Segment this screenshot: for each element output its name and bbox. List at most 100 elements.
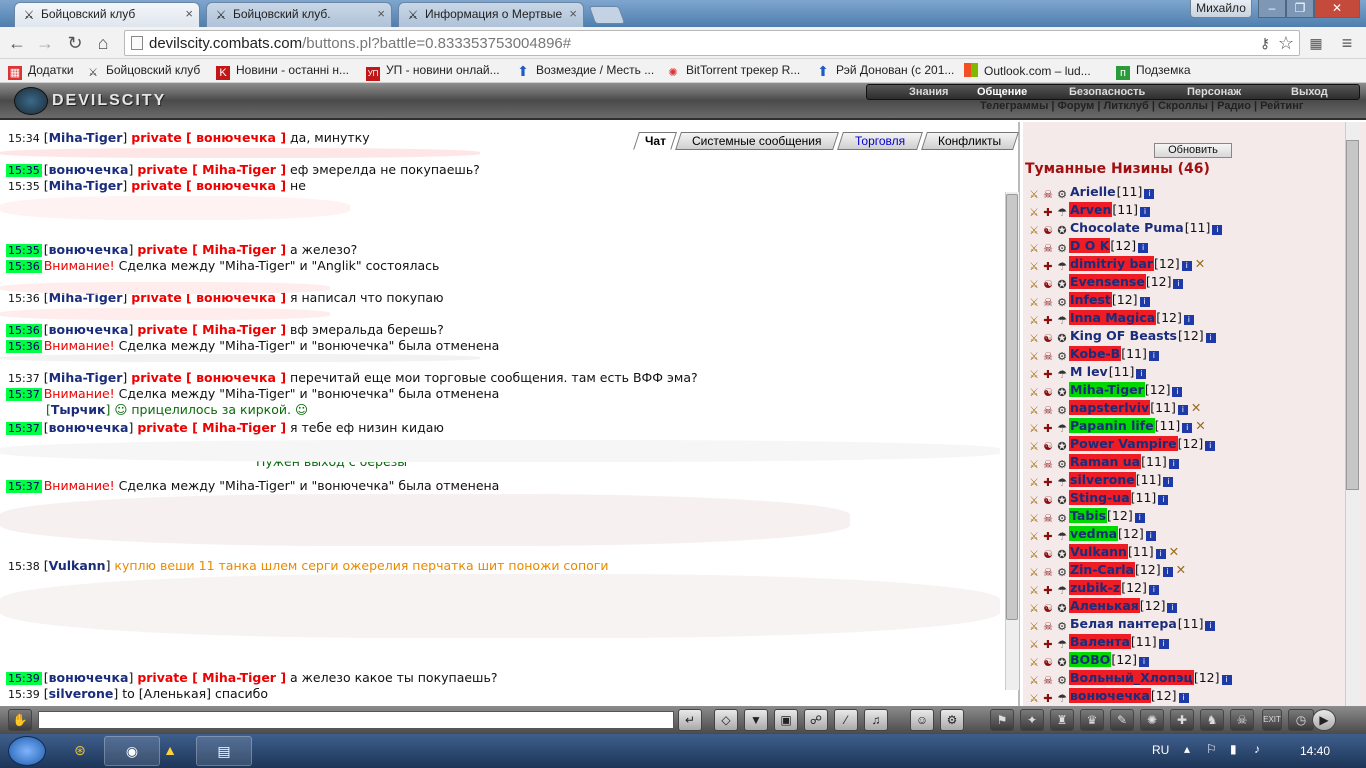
- attack-icon[interactable]: ⚔: [1027, 188, 1041, 202]
- save-log-icon[interactable]: ▣: [774, 709, 798, 731]
- bookmark-item[interactable]: УП УП - новини онлай...: [366, 63, 500, 81]
- info-icon[interactable]: i: [1168, 459, 1179, 469]
- player-name[interactable]: D O K: [1069, 238, 1111, 253]
- player-name[interactable]: Вольный_Хлопэц: [1069, 670, 1194, 685]
- attack-icon[interactable]: ⚔: [1027, 422, 1041, 436]
- smiley-icon[interactable]: ☺: [910, 709, 934, 731]
- chat-input[interactable]: [38, 711, 674, 729]
- attack-icon[interactable]: ⚔: [1027, 260, 1041, 274]
- clock-icon[interactable]: ◷: [1288, 709, 1314, 731]
- drive-icon[interactable]: ▲: [150, 736, 190, 766]
- player-name[interactable]: BOBO: [1069, 652, 1112, 667]
- tab-conflicts[interactable]: Конфликты: [921, 132, 1019, 150]
- new-tab-button[interactable]: [588, 6, 626, 24]
- attack-icon[interactable]: ⚔: [1027, 566, 1041, 580]
- player-name[interactable]: Аленькая: [1069, 598, 1140, 613]
- action-icon[interactable]: ♛: [1080, 709, 1104, 731]
- address-bar[interactable]: devilscity.combats.com/buttons.pl?battle…: [124, 30, 1300, 56]
- bookmark-item[interactable]: ⚔ Бойцовский клуб: [86, 63, 200, 80]
- attack-icon[interactable]: ⚔: [1027, 548, 1041, 562]
- menu-security[interactable]: Безопасность: [1069, 86, 1145, 98]
- player-name[interactable]: Papanin life: [1069, 418, 1155, 433]
- attack-icon[interactable]: ⚔: [1027, 692, 1041, 706]
- info-icon[interactable]: i: [1155, 549, 1166, 559]
- nick[interactable]: Тырчик: [51, 402, 106, 417]
- nick[interactable]: Miha-Tiger: [49, 130, 123, 145]
- back-arrow-icon[interactable]: ←: [6, 32, 28, 54]
- player-name[interactable]: Chocolate Puma: [1069, 220, 1185, 235]
- bookmark-item[interactable]: п Подземка: [1116, 63, 1191, 80]
- attack-icon[interactable]: ⚔: [1027, 350, 1041, 364]
- nick[interactable]: silverone: [49, 686, 114, 701]
- attack-icon[interactable]: ⚔: [1027, 242, 1041, 256]
- nick[interactable]: Miha-Tiger: [49, 370, 123, 385]
- bookmark-item[interactable]: ⬆ Возмездие / Месть ...: [516, 63, 654, 78]
- send-icon[interactable]: ↵: [678, 709, 702, 731]
- info-icon[interactable]: i: [1172, 387, 1183, 397]
- player-name[interactable]: Inna Magica: [1069, 310, 1157, 325]
- player-name[interactable]: Kobe-B: [1069, 346, 1122, 361]
- close-icon[interactable]: ×: [377, 6, 385, 21]
- attack-icon[interactable]: ⚔: [1027, 476, 1041, 490]
- attack-icon[interactable]: ⚔: [1027, 656, 1041, 670]
- volume-icon[interactable]: ♪: [1254, 742, 1260, 756]
- menu-icon[interactable]: ≡: [1336, 32, 1358, 54]
- info-icon[interactable]: i: [1167, 603, 1178, 613]
- action-icon[interactable]: ✎: [1110, 709, 1134, 731]
- info-icon[interactable]: i: [1173, 279, 1184, 289]
- player-name[interactable]: Arielle: [1069, 184, 1117, 199]
- info-icon[interactable]: i: [1177, 405, 1188, 415]
- attack-icon[interactable]: ⚔: [1027, 512, 1041, 526]
- player-name[interactable]: King OF Beasts: [1069, 328, 1178, 343]
- info-icon[interactable]: i: [1212, 225, 1223, 235]
- menu-communication[interactable]: Общение: [977, 86, 1027, 98]
- action-icon[interactable]: ♜: [1050, 709, 1074, 731]
- minimize-button[interactable]: –: [1258, 0, 1286, 18]
- player-name[interactable]: Miha-Tiger: [1069, 382, 1145, 397]
- nick[interactable]: вонючечка: [49, 162, 129, 177]
- info-icon[interactable]: i: [1205, 333, 1216, 343]
- attack-icon[interactable]: ⚔: [1027, 458, 1041, 472]
- player-name[interactable]: Валента: [1069, 634, 1131, 649]
- attack-icon[interactable]: ⚔: [1027, 206, 1041, 220]
- chat-scroll-thumb[interactable]: [1006, 194, 1018, 620]
- player-name[interactable]: Vulkann: [1069, 544, 1128, 559]
- attack-icon[interactable]: ⚔: [1027, 386, 1041, 400]
- home-icon[interactable]: ⌂: [92, 32, 114, 54]
- info-icon[interactable]: i: [1148, 351, 1159, 361]
- nick[interactable]: Vulkann: [49, 558, 106, 573]
- info-icon[interactable]: i: [1138, 243, 1149, 253]
- bookmark-item[interactable]: ⬆ Рэй Донован (с 201...: [816, 63, 954, 78]
- attack-icon[interactable]: ⚔: [1027, 332, 1041, 346]
- star-icon[interactable]: ☆: [1275, 32, 1297, 54]
- bookmark-item[interactable]: ✺ BitTorrent трекер R...: [666, 63, 800, 80]
- bookmark-item[interactable]: Outlook.com – lud...: [964, 63, 1091, 78]
- info-icon[interactable]: i: [1136, 369, 1147, 379]
- chevron-up-icon[interactable]: ▴: [1184, 742, 1190, 756]
- attack-icon[interactable]: ⚔: [1027, 368, 1041, 382]
- attack-icon[interactable]: ⚔: [1027, 278, 1041, 292]
- attack-icon[interactable]: ⚔: [1027, 440, 1041, 454]
- player-name[interactable]: dimitriy bar: [1069, 256, 1155, 271]
- attack-icon[interactable]: ⚔: [1027, 314, 1041, 328]
- player-name[interactable]: Raman ua: [1069, 454, 1142, 469]
- action-icon[interactable]: ⚑: [990, 709, 1014, 731]
- tab-system-messages[interactable]: Системные сообщения: [675, 132, 839, 150]
- start-button[interactable]: [8, 736, 46, 766]
- player-name[interactable]: napsterlviv: [1069, 400, 1151, 415]
- walker-icon[interactable]: ☍: [804, 709, 828, 731]
- bookmark-item[interactable]: K Новини - останні н...: [216, 63, 349, 80]
- player-name[interactable]: Infest: [1069, 292, 1112, 307]
- menu-character[interactable]: Персонаж: [1187, 86, 1241, 98]
- info-icon[interactable]: i: [1140, 207, 1151, 217]
- action-icon[interactable]: ✦: [1020, 709, 1044, 731]
- app-icon[interactable]: ⊛: [60, 736, 100, 766]
- options-icon[interactable]: ⚙: [940, 709, 964, 731]
- attack-icon[interactable]: ⚔: [1027, 530, 1041, 544]
- tab-chat[interactable]: Чат: [633, 132, 677, 150]
- info-icon[interactable]: i: [1163, 477, 1174, 487]
- info-icon[interactable]: i: [1138, 657, 1149, 667]
- action-icon[interactable]: ✚: [1170, 709, 1194, 731]
- info-icon[interactable]: i: [1205, 621, 1216, 631]
- info-icon[interactable]: i: [1178, 693, 1189, 703]
